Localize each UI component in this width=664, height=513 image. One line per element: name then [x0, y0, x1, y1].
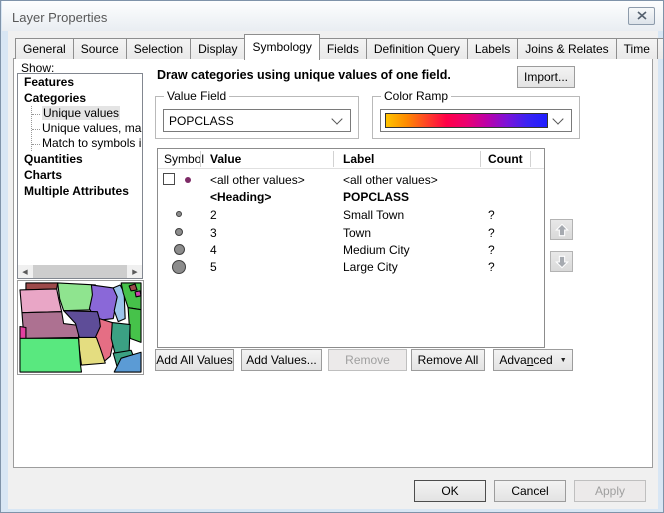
row-label: Large City	[343, 260, 398, 274]
row-label: POPCLASS	[343, 190, 409, 204]
apply-button[interactable]: Apply	[574, 480, 646, 502]
color-ramp-preview	[385, 113, 548, 128]
table-row-all-other-values[interactable]: <all other values> <all other values>	[158, 171, 544, 188]
table-row-town[interactable]: 3 Town ?	[158, 224, 544, 241]
add-all-values-button[interactable]: Add All Values	[155, 349, 234, 371]
row-count: ?	[488, 208, 495, 222]
tree-item-features[interactable]: Features	[18, 74, 142, 90]
tree-item-categories[interactable]: Categories	[18, 90, 142, 106]
chevron-down-icon	[552, 113, 563, 124]
import-button[interactable]: Import...	[517, 66, 575, 88]
tab-symbology[interactable]: Symbology	[244, 34, 319, 60]
column-label: Label	[343, 152, 374, 166]
row-label: Medium City	[343, 243, 410, 257]
column-count: Count	[488, 152, 523, 166]
advanced-accelerator: n	[527, 353, 534, 367]
remove-all-button[interactable]: Remove All	[411, 349, 485, 371]
graduated-circle-icon[interactable]	[175, 228, 183, 236]
tree-item-multiple-attributes[interactable]: Multiple Attributes	[18, 183, 142, 199]
scroll-left-icon[interactable]: ◀	[18, 265, 32, 278]
tab-general[interactable]: General	[15, 38, 74, 59]
close-button[interactable]	[628, 7, 655, 25]
table-row-heading[interactable]: <Heading> POPCLASS	[158, 188, 544, 205]
table-row-medium-city[interactable]: 4 Medium City ?	[158, 241, 544, 258]
cancel-button[interactable]: Cancel	[494, 480, 566, 502]
show-tree: Features Categories Unique values Unique…	[17, 73, 143, 279]
dropdown-caret-icon: ▼	[560, 357, 567, 364]
tree-item-unique-values[interactable]: Unique values	[32, 106, 142, 121]
column-symbol: Symbol	[164, 152, 204, 166]
move-down-button[interactable]	[550, 251, 573, 272]
row-count: ?	[488, 260, 495, 274]
map-preview	[17, 280, 144, 375]
tree-item-unique-values-many[interactable]: Unique values, many	[32, 121, 142, 136]
row-value: <all other values>	[210, 173, 305, 187]
column-value: Value	[210, 152, 241, 166]
tab-source[interactable]: Source	[73, 38, 127, 59]
tree-item-match-symbols[interactable]: Match to symbols in a	[32, 136, 142, 151]
unique-values-label: Unique values	[42, 106, 120, 120]
value-field-value: POPCLASS	[164, 114, 333, 128]
close-icon	[637, 9, 647, 23]
all-other-values-point-icon	[185, 177, 191, 183]
row-label: Town	[343, 226, 371, 240]
color-ramp-dropdown[interactable]	[380, 109, 572, 132]
row-label: Small Town	[343, 208, 404, 222]
row-value: 3	[210, 226, 217, 240]
tree-horizontal-scrollbar[interactable]: ◀ ▶	[18, 265, 142, 278]
graduated-circle-icon[interactable]	[176, 211, 182, 217]
arrow-down-icon	[555, 255, 569, 269]
graduated-circle-icon[interactable]	[174, 244, 185, 255]
tab-selection[interactable]: Selection	[126, 38, 191, 59]
layer-properties-dialog: Layer Properties General Source Selectio…	[0, 0, 664, 513]
tree-item-quantities[interactable]: Quantities	[18, 151, 142, 167]
window-title: Layer Properties	[12, 10, 107, 25]
table-header: Symbol Value Label Count	[158, 149, 544, 169]
page-description: Draw categories using unique values of o…	[157, 68, 451, 82]
map-preview-image	[18, 281, 143, 374]
remove-button[interactable]: Remove	[328, 349, 407, 371]
row-count: ?	[488, 226, 495, 240]
tab-html-popup[interactable]: HTML Popup	[657, 38, 664, 59]
color-ramp-group: Color Ramp	[372, 96, 580, 139]
arrow-up-icon	[555, 223, 569, 237]
move-up-button[interactable]	[550, 219, 573, 240]
tab-joins-relates[interactable]: Joins & Relates	[517, 38, 616, 59]
tab-fields[interactable]: Fields	[319, 38, 367, 59]
all-other-values-checkbox[interactable]	[163, 173, 175, 185]
dialog-body: General Source Selection Display Symbolo…	[8, 31, 658, 509]
tab-display[interactable]: Display	[190, 38, 245, 59]
ok-button[interactable]: OK	[414, 480, 486, 502]
scrollbar-thumb[interactable]	[33, 265, 127, 278]
table-row-small-town[interactable]: 2 Small Town ?	[158, 206, 544, 223]
tab-labels[interactable]: Labels	[467, 38, 518, 59]
add-values-button[interactable]: Add Values...	[241, 349, 322, 371]
row-value: <Heading>	[210, 190, 271, 204]
advanced-button[interactable]: Advanced ▼	[493, 349, 573, 371]
tab-strip: General Source Selection Display Symbolo…	[15, 34, 664, 59]
all-other-values-symbol[interactable]	[158, 171, 200, 188]
row-value: 4	[210, 243, 217, 257]
advanced-label-end: ced	[533, 353, 552, 367]
color-ramp-label: Color Ramp	[381, 89, 451, 103]
unique-values-table: Symbol Value Label Count <all other valu…	[157, 148, 545, 348]
title-bar: Layer Properties	[2, 1, 664, 31]
row-count: ?	[488, 243, 495, 257]
advanced-label: Adva	[499, 353, 526, 367]
table-row-large-city[interactable]: 5 Large City ?	[158, 258, 544, 275]
graduated-circle-icon[interactable]	[172, 260, 186, 274]
categories-children: Unique values Unique values, many Match …	[31, 106, 142, 151]
row-value: 2	[210, 208, 217, 222]
row-value: 5	[210, 260, 217, 274]
chevron-down-icon	[331, 113, 342, 124]
scroll-right-icon[interactable]: ▶	[128, 265, 142, 278]
value-field-group: Value Field POPCLASS	[155, 96, 359, 139]
value-field-label: Value Field	[164, 89, 229, 103]
tab-time[interactable]: Time	[616, 38, 658, 59]
tab-definition-query[interactable]: Definition Query	[366, 38, 468, 59]
row-label: <all other values>	[343, 173, 438, 187]
symbology-tab-page: Show: Features Categories Unique values …	[13, 58, 653, 468]
tree-item-charts[interactable]: Charts	[18, 167, 142, 183]
value-field-dropdown[interactable]: POPCLASS	[163, 109, 351, 132]
